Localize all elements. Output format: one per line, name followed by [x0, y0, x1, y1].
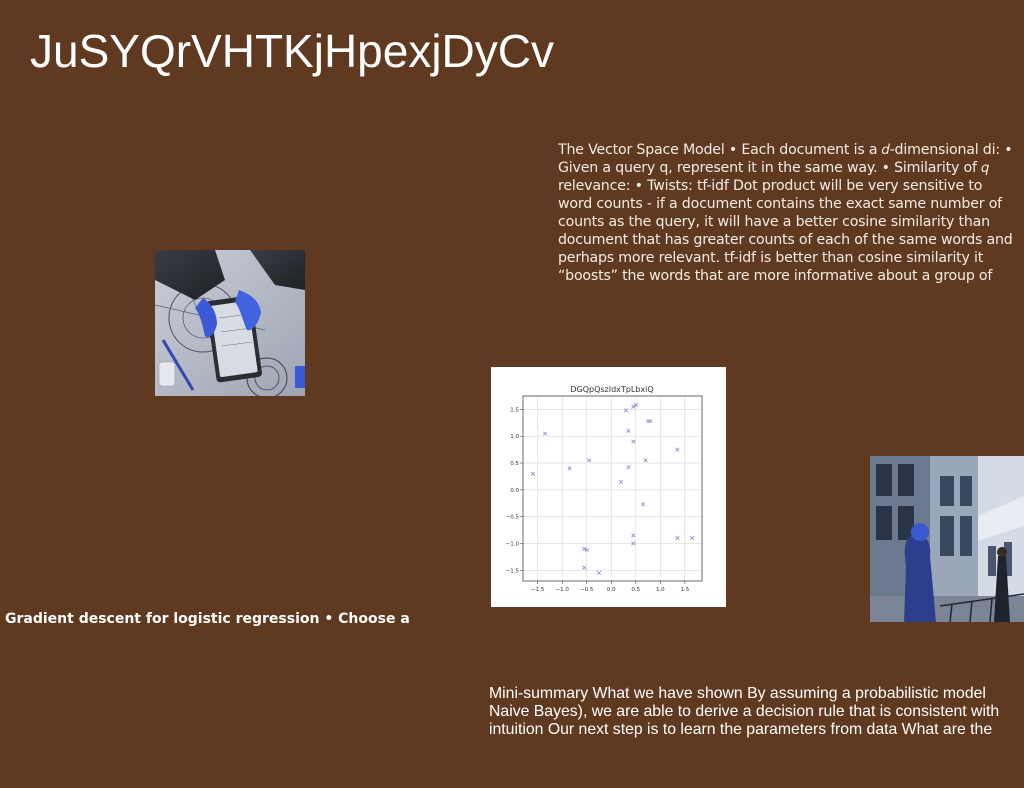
scatter-point: [675, 447, 680, 452]
scatter-point: [643, 458, 648, 463]
hands-tablet-photo-icon: [155, 250, 305, 396]
gradient-descent-text: Gradient descent for logistic regression…: [5, 611, 410, 627]
scatter-point: [567, 466, 572, 471]
scatter-chart: DGQpQszIdxTpLbxiQ −1.5 −1.0 −0.5 0.0 0.5 1.0 1…: [491, 367, 726, 607]
vector-space-model-text: The Vector Space Model • Each document i…: [558, 142, 1013, 284]
scatter-point: [631, 533, 636, 538]
scatter-point: [675, 536, 680, 541]
scatter-point: [690, 536, 695, 541]
scatter-point: [626, 428, 631, 433]
x-tick-label: 1.5: [680, 587, 689, 593]
x-tick-label: −0.5: [580, 587, 594, 593]
scatter-chart-svg: DGQpQszIdxTpLbxiQ −1.5 −1.0 −0.5 0.0 0.5 1.0 1…: [506, 385, 703, 593]
x-tick-label: −1.5: [531, 587, 545, 593]
scatter-point: [618, 479, 624, 484]
scatter-point: [530, 471, 535, 476]
mini-summary-text: Mini-summary What we have shown By assum…: [489, 685, 1000, 738]
x-tick-label: −1.0: [556, 587, 570, 593]
scatter-point: [648, 419, 653, 424]
y-tick-label: −1.0: [506, 541, 520, 547]
scatter-point: [631, 439, 636, 444]
scatter-point: [587, 458, 592, 463]
y-tick-label: 0.0: [510, 488, 519, 494]
chart-title: DGQpQszIdxTpLbxiQ: [570, 385, 653, 394]
scatter-point: [626, 465, 631, 470]
y-tick-label: −1.5: [506, 568, 520, 574]
scatter-point: [542, 431, 548, 436]
plot-frame: [522, 395, 703, 582]
scatter-point: [596, 570, 602, 576]
scatter-point: [582, 565, 587, 570]
hands-tablet-photo: [155, 250, 305, 396]
y-tick-label: −0.5: [506, 515, 520, 521]
x-tick-label: 0.5: [631, 587, 640, 593]
slide-title: JuSYQrVHTKjHpexjDyCv: [30, 25, 554, 77]
x-tick-label: 1.0: [656, 587, 665, 593]
x-tick-label: 0.0: [607, 587, 616, 593]
y-tick-label: 1.0: [510, 434, 519, 440]
scatter-point: [641, 502, 646, 507]
y-tick-label: 1.5: [510, 407, 519, 413]
street-photo: [870, 456, 1024, 622]
street-photo-icon: [870, 456, 1024, 622]
y-tick-label: 0.5: [510, 461, 519, 467]
